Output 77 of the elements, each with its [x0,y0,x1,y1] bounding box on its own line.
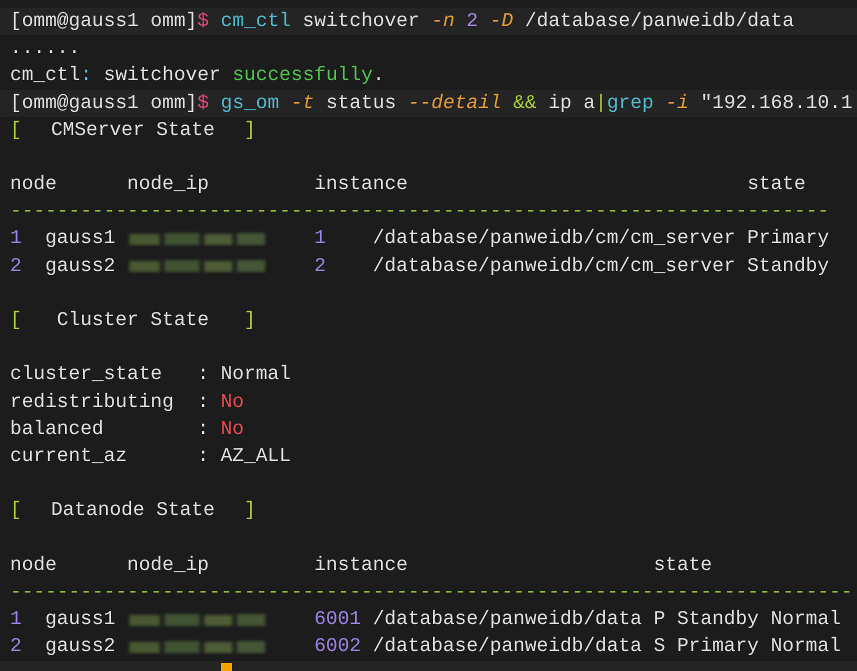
column-header: node_ip [127,554,209,576]
rule-text: ------------------------------------------------------------------------ [10,580,853,605]
table-cell: gauss2 [45,254,116,277]
bracket-text: ] [244,308,256,334]
prompt-text: [omm@gauss1 omm] [10,8,198,34]
field-value: AZ_ALL [220,444,291,469]
output-text: status [324,90,396,116]
field-value: No [220,390,244,415]
output-text: switchover [102,63,221,88]
table-cell: 2 [314,254,326,277]
bracket-text: [ [10,308,22,334]
column-header: instance [314,173,408,196]
table-cell-text: Standby [747,254,830,279]
separator-text: : [197,362,210,388]
command-text: grep [606,90,654,116]
field-key: redistributing [10,390,174,413]
column-header: node [10,173,57,196]
table-cell: 6001 [314,608,362,630]
section-title: CMServer State [50,118,216,143]
table-cell: /database/panweidb/data [372,608,642,630]
option-text: -i [664,90,689,116]
row-number: 2 [10,635,22,658]
output-text: ...... [10,36,80,62]
option-text: -t [290,90,314,116]
prompt-sign: $ [197,8,209,34]
section-title: Datanode State [50,498,216,524]
output-text: . [372,63,384,88]
table-cell: gauss1 [45,227,116,250]
table-cell: 1 [314,227,326,250]
separator-text: : [197,444,210,469]
prompt-text: [omm@gauss1 omm] [10,90,198,116]
column-header: state [654,554,712,576]
output-text: /database/panweidb/data [524,8,794,34]
field-key: balanced [10,418,104,440]
punctuation-text: : [80,63,92,88]
field-value: No [220,416,244,442]
column-header: node_ip [127,173,209,196]
field-key: cluster_state [10,363,162,386]
table-cell-text: Primary [747,226,830,252]
option-text: -D [488,8,514,34]
separator-text: : [197,416,210,442]
section-title: Cluster State [56,308,210,334]
success-text: successfully [231,63,373,88]
table-cell: /database/panweidb/data [372,635,642,658]
bracket-text: [ [10,118,22,143]
output-text: ip a [547,90,596,116]
operator-text: && [512,90,537,116]
column-header: instance [314,554,408,576]
output-text: "192.168.10.1 [699,90,853,116]
number-text: 2 [465,8,478,34]
rule-text: ---------------------------------------------------------------------- [10,199,830,224]
table-cell: 6002 [314,635,362,658]
option-text: -n [430,8,455,34]
row-number: 1 [10,608,22,630]
command-text: gs_om [220,90,280,116]
field-value: Normal [220,362,291,388]
operator-text: | [595,90,607,116]
command-text: cm_ctl [220,8,291,34]
table-cell: /database/panweidb/cm/cm_server [372,254,736,277]
row-number: 2 [10,254,22,277]
field-key: current_az [10,444,128,467]
bracket-text: ] [244,498,256,524]
prompt-sign: $ [197,90,209,116]
table-cell: /database/panweidb/cm/cm_server [372,227,736,250]
table-cell-text: S Primary Normal [654,634,841,660]
bracket-text: [ [10,498,22,524]
row-number: 1 [10,227,22,250]
bracket-text: ] [244,118,256,143]
output-text: cm_ctl [10,63,80,88]
output-text: switchover [302,8,420,34]
table-cell: gauss1 [45,608,116,630]
option-text: --detail [406,90,502,116]
column-header: state [747,173,806,196]
column-header: node [10,554,57,576]
separator-text: : [197,390,210,415]
table-cell-text: P Standby Normal [654,607,841,632]
table-cell: gauss2 [45,635,116,658]
